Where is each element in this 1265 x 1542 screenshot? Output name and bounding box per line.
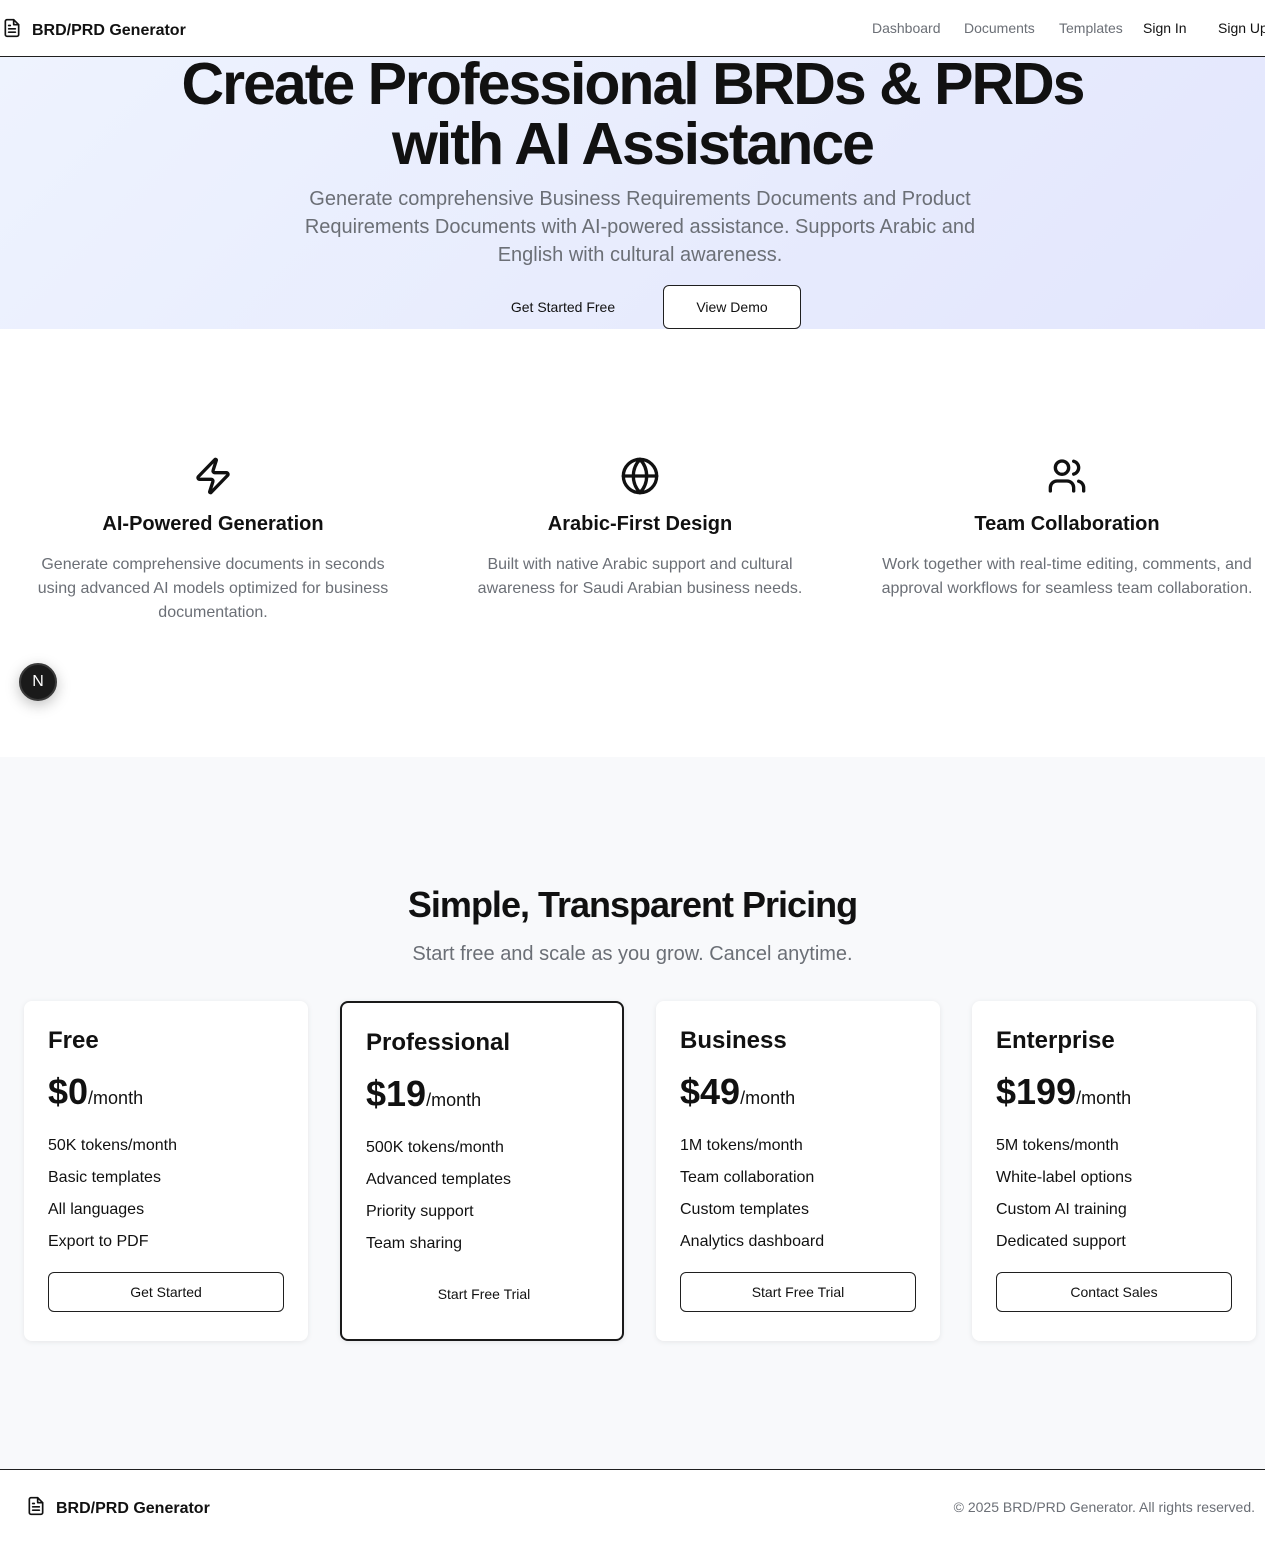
- pricing-card-business: Business $49 /month 1M tokens/month Team…: [656, 1001, 940, 1341]
- brand-link[interactable]: BRD/PRD Generator: [2, 17, 186, 44]
- site-footer: BRD/PRD Generator © 2025 BRD/PRD Generat…: [0, 1469, 1265, 1542]
- plan-feature: Analytics dashboard: [680, 1233, 825, 1250]
- nav-documents[interactable]: Documents: [964, 20, 1035, 36]
- start-free-trial-button[interactable]: Start Free Trial: [366, 1274, 602, 1314]
- view-demo-button[interactable]: View Demo: [663, 285, 801, 329]
- nav-templates[interactable]: Templates: [1059, 20, 1123, 36]
- hero-section: Create Professional BRDs & PRDs with AI …: [0, 54, 1265, 329]
- plan-unit: /month: [426, 1090, 482, 1110]
- nav-dashboard[interactable]: Dashboard: [872, 20, 941, 36]
- plan-price: $199 /month: [996, 1071, 1131, 1113]
- file-text-icon: [2, 17, 22, 44]
- plan-amount: $0: [48, 1071, 89, 1112]
- footer-brand[interactable]: BRD/PRD Generator: [26, 1495, 210, 1522]
- plan-feature: Custom templates: [680, 1201, 809, 1218]
- feature-description: Work together with real-time editing, co…: [881, 556, 1253, 597]
- plan-feature: 500K tokens/month: [366, 1139, 504, 1156]
- plan-unit: /month: [740, 1088, 796, 1108]
- hero-title: Create Professional BRDs & PRDs with AI …: [0, 54, 1265, 174]
- plan-features: 500K tokens/month Advanced templates Pri…: [366, 1132, 511, 1260]
- pricing-subtitle: Start free and scale as you grow. Cancel…: [412, 943, 853, 965]
- feature-title: Team Collaboration: [974, 513, 1160, 535]
- contact-sales-button[interactable]: Contact Sales: [996, 1272, 1232, 1312]
- plan-feature: 1M tokens/month: [680, 1137, 803, 1154]
- hero-title-line-1: Create Professional BRDs & PRDs: [181, 51, 1086, 117]
- pricing-card-enterprise: Enterprise $199 /month 5M tokens/month W…: [972, 1001, 1256, 1341]
- feature-title: Arabic-First Design: [547, 513, 733, 535]
- plan-feature: Basic templates: [48, 1169, 161, 1186]
- plan-price: $49 /month: [680, 1071, 795, 1113]
- plan-price: $19 /month: [366, 1073, 481, 1115]
- sign-in-button[interactable]: Sign In: [1143, 20, 1187, 36]
- plan-feature: Export to PDF: [48, 1233, 149, 1250]
- plan-features: 5M tokens/month White-label options Cust…: [996, 1130, 1132, 1258]
- hero-title-line-2: with AI Assistance: [392, 111, 875, 177]
- start-free-trial-button[interactable]: Start Free Trial: [680, 1272, 916, 1312]
- plan-feature: White-label options: [996, 1169, 1133, 1186]
- zap-icon: [23, 456, 403, 496]
- plan-feature: 50K tokens/month: [48, 1137, 177, 1154]
- footer-brand-name: BRD/PRD Generator: [56, 1499, 210, 1517]
- feature-team-collaboration: Team Collaboration Work together with re…: [877, 456, 1257, 601]
- plan-amount: $199: [996, 1071, 1077, 1112]
- plan-name: Enterprise: [996, 1027, 1115, 1054]
- copyright-text: © 2025 BRD/PRD Generator. All rights res…: [953, 1499, 1255, 1515]
- users-icon: [877, 456, 1257, 496]
- plan-feature: 5M tokens/month: [996, 1137, 1119, 1154]
- plan-name: Business: [680, 1027, 787, 1054]
- plan-amount: $49: [680, 1071, 741, 1112]
- plan-feature: Team sharing: [366, 1235, 463, 1252]
- site-header: BRD/PRD Generator Dashboard Documents Te…: [0, 0, 1265, 57]
- plan-name: Professional: [366, 1029, 511, 1056]
- file-text-icon: [26, 1495, 46, 1522]
- feature-description: Built with native Arabic support and cul…: [477, 556, 803, 597]
- plan-feature: Priority support: [366, 1203, 474, 1220]
- plan-feature: All languages: [48, 1201, 145, 1218]
- feature-description: Generate comprehensive documents in seco…: [37, 556, 389, 621]
- plan-amount: $19: [366, 1073, 427, 1114]
- brand-name: BRD/PRD Generator: [32, 21, 186, 39]
- feature-ai-generation: AI-Powered Generation Generate comprehen…: [23, 456, 403, 625]
- plan-unit: /month: [1076, 1088, 1132, 1108]
- pricing-section: Simple, Transparent Pricing Start free a…: [0, 757, 1265, 1469]
- feature-title: AI-Powered Generation: [102, 513, 324, 535]
- plan-unit: /month: [88, 1088, 144, 1108]
- plan-feature: Dedicated support: [996, 1233, 1126, 1250]
- feature-arabic-first: Arabic-First Design Built with native Ar…: [450, 456, 830, 601]
- plan-name: Free: [48, 1027, 99, 1054]
- globe-icon: [450, 456, 830, 496]
- sign-up-button[interactable]: Sign Up: [1218, 20, 1265, 36]
- plan-feature: Advanced templates: [366, 1171, 511, 1188]
- hero-subtitle: Generate comprehensive Business Requirem…: [304, 188, 976, 266]
- plan-price: $0 /month: [48, 1071, 143, 1113]
- pricing-title: Simple, Transparent Pricing: [407, 884, 858, 925]
- pricing-card-free: Free $0 /month 50K tokens/month Basic te…: [24, 1001, 308, 1341]
- get-started-button[interactable]: Get Started: [48, 1272, 284, 1312]
- plan-feature: Custom AI training: [996, 1201, 1127, 1218]
- plan-features: 50K tokens/month Basic templates All lan…: [48, 1130, 177, 1258]
- pricing-card-professional: Professional $19 /month 500K tokens/mont…: [340, 1001, 624, 1341]
- plan-feature: Team collaboration: [680, 1169, 815, 1186]
- nextjs-badge-icon[interactable]: N: [19, 663, 57, 701]
- get-started-free-button[interactable]: Get Started Free: [480, 285, 646, 329]
- plan-features: 1M tokens/month Team collaboration Custo…: [680, 1130, 824, 1258]
